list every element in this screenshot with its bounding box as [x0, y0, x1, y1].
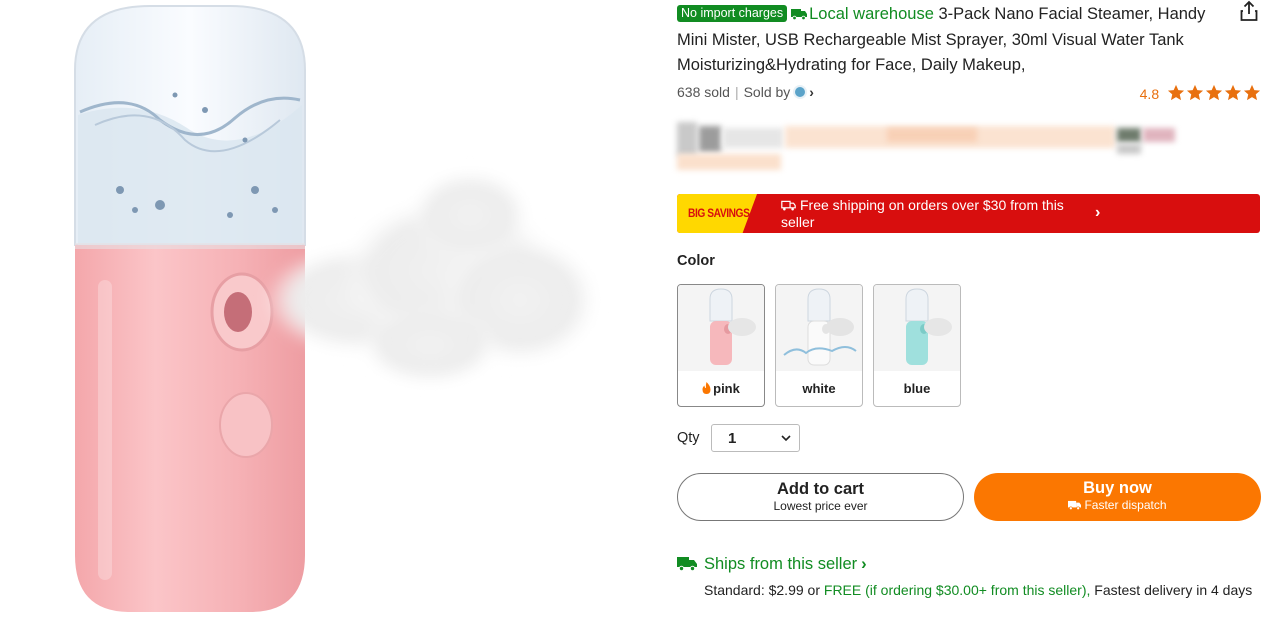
rating-stars	[1166, 84, 1261, 104]
buy-now-sublabel: Faster dispatch	[1084, 498, 1167, 512]
big-savings-banner[interactable]: BIG SAVINGS Free shipping on orders over…	[677, 194, 1260, 233]
rating[interactable]: 4.8	[1140, 84, 1261, 104]
chevron-down-icon	[781, 435, 791, 442]
product-title-block: No import charges Local warehouse 3-Pack …	[677, 2, 1227, 79]
qty-label: Qty	[677, 430, 700, 446]
share-icon	[1240, 0, 1258, 21]
big-savings-badge: BIG SAVINGS	[677, 194, 757, 233]
swatch-thumbnail	[678, 285, 764, 371]
product-info-panel: No import charges Local warehouse 3-Pack …	[677, 0, 1267, 628]
star-icon	[1205, 84, 1223, 101]
star-icon	[1186, 84, 1204, 101]
quantity-value: 1	[728, 430, 737, 447]
chevron-right-icon: ›	[809, 84, 814, 100]
color-option-label: white	[802, 381, 836, 396]
free-shipping-promo-text: Free shipping on orders over $30 from th…	[781, 197, 1064, 230]
add-to-cart-sublabel: Lowest price ever	[773, 499, 868, 513]
no-import-charges-badge: No import charges	[677, 5, 788, 22]
truck-icon	[677, 556, 697, 572]
seller-avatar	[793, 85, 808, 99]
swatch-thumbnail	[776, 285, 862, 371]
star-icon	[1224, 84, 1242, 101]
color-option-pink[interactable]: pink	[677, 284, 765, 407]
color-swatch-list: pink white blue	[677, 284, 977, 408]
shipping-detail: Standard: $2.99 or FREE (if ordering $30…	[704, 582, 1253, 598]
local-warehouse-label: Local warehouse	[809, 5, 934, 23]
color-label: Color	[677, 253, 715, 269]
truck-icon	[791, 3, 808, 21]
add-to-cart-button[interactable]: Add to cart Lowest price ever	[677, 473, 964, 521]
ships-from-seller-link[interactable]: Ships from this seller ›	[677, 555, 867, 574]
color-option-label: pink	[713, 381, 740, 396]
fastest-delivery: Fastest delivery in 4 days	[1094, 582, 1253, 598]
star-icon	[1243, 84, 1261, 101]
star-icon	[1167, 84, 1185, 101]
chevron-right-icon: ›	[1095, 204, 1101, 221]
standard-shipping-price: $2.99	[768, 582, 804, 598]
sold-by-link[interactable]: Sold by ›	[744, 84, 814, 100]
share-button[interactable]	[1239, 0, 1259, 22]
buy-now-button[interactable]: Buy now Faster dispatch	[974, 473, 1261, 521]
ships-from-label: Ships from this seller	[704, 555, 858, 573]
quantity-select[interactable]: 1	[711, 424, 800, 452]
truck-icon	[781, 198, 796, 211]
free-shipping-threshold: FREE (if ordering $30.00+ from this sell…	[823, 582, 1091, 598]
sales-meta-row: 638 sold | Sold by › 4.8	[677, 84, 1261, 104]
sold-count: 638 sold	[677, 84, 730, 100]
color-option-label: blue	[903, 381, 931, 396]
color-option-white[interactable]: white	[775, 284, 863, 407]
swatch-thumbnail	[874, 285, 960, 371]
blurred-price-area	[677, 118, 1177, 172]
add-to-cart-label: Add to cart	[776, 480, 865, 498]
truck-icon	[1068, 498, 1082, 511]
rating-value: 4.8	[1139, 86, 1160, 102]
flame-icon	[702, 382, 711, 394]
color-option-blue[interactable]: blue	[873, 284, 961, 407]
chevron-right-icon: ›	[861, 555, 867, 573]
product-main-image[interactable]	[0, 0, 620, 628]
buy-now-label: Buy now	[1083, 479, 1152, 497]
